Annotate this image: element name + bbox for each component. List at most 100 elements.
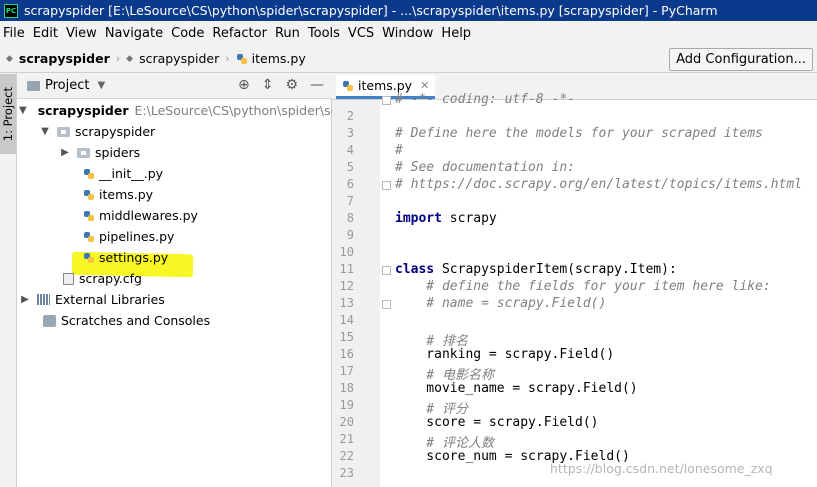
package-folder-icon: [77, 147, 90, 158]
menu-file[interactable]: File: [0, 26, 30, 41]
code-line: #: [395, 143, 403, 158]
tree-item-scratches[interactable]: Scratches and Consoles: [17, 310, 331, 331]
breadcrumb-project[interactable]: scrapyspider: [19, 51, 110, 66]
fold-marker-icon[interactable]: [382, 266, 391, 275]
tree-item-label: scrapyspider: [75, 124, 156, 139]
line-number: 8: [346, 211, 354, 225]
menu-vcs[interactable]: VCS: [345, 26, 379, 41]
chevron-right-icon: ›: [225, 52, 230, 65]
window-title: scrapyspider [E:\LeSource\CS\python\spid…: [24, 3, 718, 18]
project-view-selector[interactable]: Project ▼: [27, 78, 105, 93]
menu-window[interactable]: Window: [379, 26, 438, 41]
menu-edit[interactable]: Edit: [30, 26, 63, 41]
tree-item-label: middlewares.py: [99, 208, 198, 223]
tree-item-items[interactable]: items.py: [17, 184, 331, 205]
line-number: 7: [346, 194, 354, 208]
code-line: import scrapy: [395, 211, 497, 226]
pycharm-app-icon: PC: [4, 3, 18, 18]
fold-marker-icon[interactable]: [382, 300, 391, 309]
project-panel: Project ▼ ⊕ ⇕ ⚙ — ▼ scrapyspider E:\LeSo…: [17, 73, 404, 487]
tree-item-scrapy-cfg[interactable]: scrapy.cfg: [17, 268, 331, 289]
breadcrumb: ◆ scrapyspider › ◆ scrapyspider › items.…: [6, 51, 306, 66]
line-number: 18: [339, 381, 354, 395]
chevron-right-icon[interactable]: ▶: [59, 147, 71, 158]
menu-code[interactable]: Code: [168, 26, 209, 41]
line-number: 21: [339, 432, 354, 446]
line-number: 17: [339, 364, 354, 378]
project-tool-tab[interactable]: 1: Project: [0, 74, 16, 154]
tree-item-external-libraries[interactable]: ▶ External Libraries: [17, 289, 331, 310]
fold-marker-icon[interactable]: [382, 181, 391, 190]
line-number: 22: [339, 449, 354, 463]
code-line: class ScrapyspiderItem(scrapy.Item):: [395, 262, 677, 277]
code-editor[interactable]: # -*- coding: utf-8 -*- 2 3 # Define here t…: [332, 92, 817, 487]
tree-item-middlewares[interactable]: middlewares.py: [17, 205, 331, 226]
line-number: 14: [339, 313, 354, 327]
python-file-icon: [83, 231, 94, 243]
tree-item-settings[interactable]: settings.py: [17, 247, 331, 268]
chevron-down-icon[interactable]: ▼: [39, 126, 51, 137]
menu-run[interactable]: Run: [272, 26, 305, 41]
code-line: score = scrapy.Field(): [395, 415, 599, 430]
watermark: https://blog.csdn.net/lonesome_zxq: [550, 461, 773, 476]
line-number: 11: [339, 262, 354, 276]
line-number: 2: [346, 109, 354, 123]
menu-view[interactable]: View: [63, 26, 102, 41]
fold-marker-icon[interactable]: [382, 96, 391, 105]
python-file-icon: [83, 189, 94, 201]
editor-area: items.py ✕ # -*- coding: utf-8 -*- 2 3 # De…: [332, 73, 817, 487]
tree-item-label: __init__.py: [99, 166, 164, 181]
gear-icon[interactable]: ⚙: [285, 77, 298, 93]
package-folder-icon: [57, 126, 70, 137]
python-file-icon: [236, 53, 247, 65]
tree-item-project-root[interactable]: ▼ scrapyspider E:\LeSource\CS\python\spi…: [17, 100, 404, 121]
tree-item-label: scrapyspider: [37, 103, 129, 118]
scratches-icon: [43, 314, 56, 327]
menu-refactor[interactable]: Refactor: [209, 26, 272, 41]
tree-item-package[interactable]: ▼ scrapyspider: [17, 121, 331, 142]
menu-navigate[interactable]: Navigate: [102, 26, 168, 41]
line-number: 12: [339, 279, 354, 293]
breadcrumb-file[interactable]: items.py: [252, 51, 306, 66]
line-number: 9: [346, 228, 354, 242]
locate-icon[interactable]: ⊕: [238, 77, 250, 93]
tree-item-label: spiders: [95, 145, 141, 160]
code-line: # name = scrapy.Field(): [395, 296, 607, 311]
project-panel-header: Project ▼ ⊕ ⇕ ⚙ —: [17, 73, 332, 99]
collapse-all-icon[interactable]: ⇕: [262, 77, 274, 93]
tree-item-init[interactable]: __init__.py: [17, 163, 331, 184]
code-line: # See documentation in:: [395, 160, 576, 175]
line-number: 6: [346, 177, 354, 191]
line-number: 23: [339, 466, 354, 480]
dropdown-arrow-icon: ▼: [97, 80, 106, 91]
tree-item-spiders[interactable]: ▶ spiders: [17, 142, 331, 163]
menu-help[interactable]: Help: [438, 26, 476, 41]
tree-item-label: External Libraries: [55, 292, 165, 307]
tree-item-label: pipelines.py: [99, 229, 175, 244]
code-line: # Define here the models for your scrape…: [395, 126, 763, 141]
chevron-right-icon[interactable]: ▶: [19, 294, 31, 305]
folder-icon: ◆: [6, 53, 13, 64]
chevron-right-icon: ›: [115, 52, 121, 65]
close-icon[interactable]: ✕: [420, 79, 429, 92]
folder-icon: ◆: [126, 53, 134, 64]
menu-tools[interactable]: Tools: [305, 26, 345, 41]
line-number: 10: [339, 245, 354, 259]
tree-item-label: Scratches and Consoles: [61, 313, 211, 328]
chevron-down-icon[interactable]: ▼: [19, 105, 27, 116]
tab-label: items.py: [358, 78, 413, 93]
title-bar: PC scrapyspider [E:\LeSource\CS\python\s…: [0, 0, 817, 21]
line-number: 13: [339, 296, 354, 310]
tree-item-pipelines[interactable]: pipelines.py: [17, 226, 331, 247]
breadcrumb-package[interactable]: scrapyspider: [139, 51, 219, 66]
config-file-icon: [63, 272, 74, 285]
python-file-icon: [83, 210, 94, 222]
project-tool-tab-label: 1: Project: [1, 86, 15, 142]
code-line: movie_name = scrapy.Field(): [395, 381, 638, 396]
minimize-icon[interactable]: —: [310, 77, 324, 93]
tree-item-label: items.py: [99, 187, 154, 202]
add-configuration-button[interactable]: Add Configuration...: [669, 48, 813, 71]
line-number: 4: [346, 143, 354, 157]
code-line: ranking = scrapy.Field(): [395, 347, 615, 362]
code-line: # define the fields for your item here l…: [395, 279, 771, 294]
